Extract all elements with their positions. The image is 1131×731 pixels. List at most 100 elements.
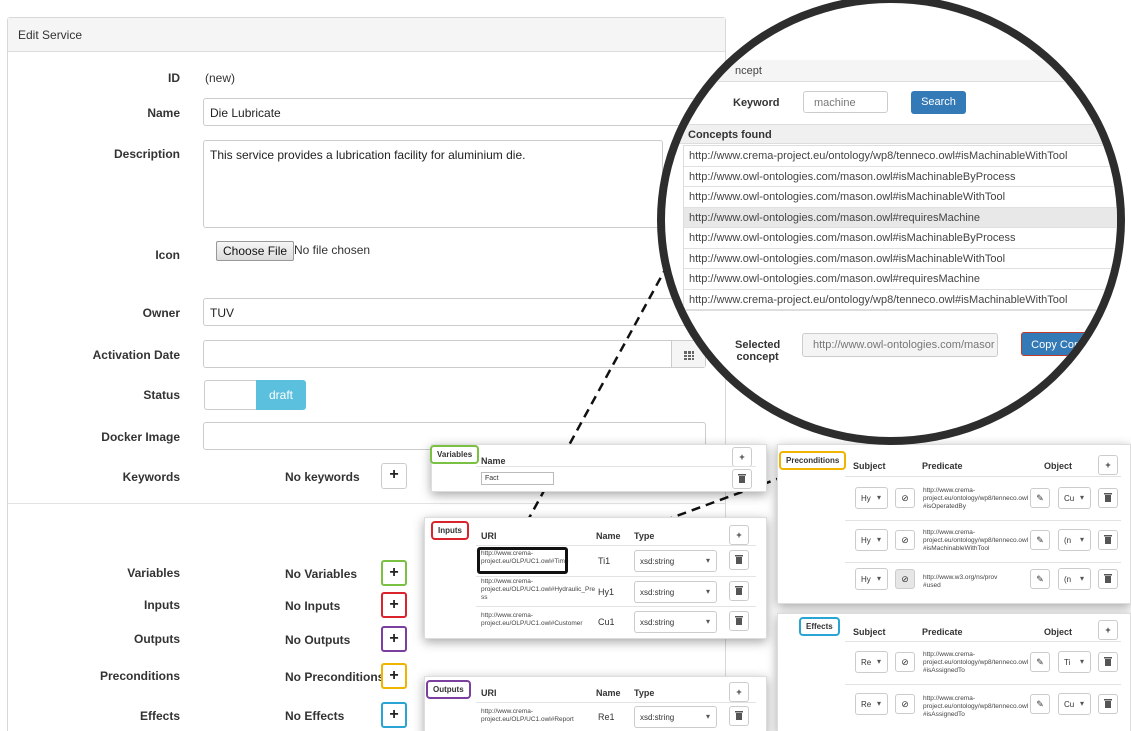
search-button[interactable]: Search [911, 91, 966, 114]
inputs-col-name: Name [596, 531, 621, 541]
delete-precondition-button[interactable] [1098, 530, 1118, 550]
input-type-select[interactable]: xsd:string [634, 581, 717, 603]
trash-icon [1104, 699, 1112, 708]
output-type-select[interactable]: xsd:string [634, 706, 717, 728]
concept-item[interactable]: http://www.owl-ontologies.com/mason.owl#… [684, 167, 1117, 187]
highlight-box [477, 547, 568, 574]
delete-precondition-button[interactable] [1098, 488, 1118, 508]
precondition-object-select[interactable]: Cu [1058, 487, 1091, 509]
edit-pencil-icon[interactable]: ✎ [1030, 530, 1050, 550]
copy-concept-button[interactable]: Copy Concept [1021, 332, 1111, 356]
input-uri: http://www.crema-project.eu/OLP/UC1.owl#… [481, 578, 596, 601]
concept-header: ncept [680, 60, 1117, 82]
row-divider [476, 576, 756, 577]
concept-item[interactable]: http://www.crema-project.eu/ontology/wp8… [684, 290, 1117, 310]
concept-item[interactable]: http://www.crema-project.eu/ontology/wp8… [684, 146, 1117, 167]
delete-variable-button[interactable] [732, 469, 752, 489]
edit-pencil-icon[interactable]: ✎ [1030, 694, 1050, 714]
concept-item[interactable]: http://www.owl-ontologies.com/mason.owl#… [684, 269, 1117, 290]
keyword-label: Keyword [733, 97, 780, 109]
input-uri: http://www.crema-project.eu/OLP/UC1.owl#… [481, 612, 583, 627]
precondition-object-select[interactable]: (n [1058, 568, 1091, 590]
selected-concept-label: Selected concept [735, 339, 781, 363]
concepts-found-header: Concepts found [680, 124, 1117, 144]
precondition-object-select[interactable]: (n [1058, 529, 1091, 551]
outputs-tag: Outputs [426, 680, 471, 699]
ban-icon[interactable]: ⊘ [895, 694, 915, 714]
input-type-select[interactable]: xsd:string [634, 611, 717, 633]
effect-object-select[interactable]: Ti [1058, 651, 1091, 673]
input-name: Ti1 [598, 556, 611, 566]
ban-icon[interactable]: ⊘ [895, 488, 915, 508]
trash-icon [735, 555, 743, 564]
effect-predicate: http://www.crema-project.eu/ontology/wp8… [923, 695, 1029, 718]
effects-col-object: Object [1044, 627, 1073, 637]
variables-tag: Variables [430, 445, 480, 464]
concepts-found-label: Concepts found [688, 129, 772, 141]
ban-icon[interactable]: ⊘ [895, 530, 915, 550]
preconditions-col-object: Object [1044, 461, 1073, 471]
concept-item[interactable]: http://www.owl-ontologies.com/mason.owl#… [684, 228, 1117, 249]
precondition-subject-select[interactable]: Hy [855, 568, 888, 590]
output-name: Re1 [598, 712, 615, 722]
delete-precondition-button[interactable] [1098, 569, 1118, 589]
ban-icon[interactable]: ⊘ [895, 569, 915, 589]
add-output-row-button[interactable]: + [729, 682, 749, 702]
input-name: Hy1 [598, 587, 615, 597]
keyword-input[interactable]: machine [803, 91, 888, 113]
precondition-predicate: http://www.w3.org/ns/prov #used [923, 574, 998, 589]
row-divider [845, 641, 1121, 642]
row-divider [476, 545, 756, 546]
add-effect-row-button[interactable]: + [1098, 620, 1118, 640]
precondition-subject-select[interactable]: Hy [855, 529, 888, 551]
preconditions-col-predicate: Predicate [922, 461, 963, 471]
concepts-list: http://www.crema-project.eu/ontology/wp8… [683, 145, 1117, 311]
precondition-subject-select[interactable]: Hy [855, 487, 888, 509]
concept-title: ncept [735, 65, 762, 77]
outputs-col-name: Name [596, 688, 621, 698]
delete-output-button[interactable] [729, 706, 749, 726]
row-divider [845, 684, 1121, 685]
input-name: Cu1 [598, 617, 615, 627]
trash-icon [1104, 535, 1112, 544]
concept-item[interactable]: http://www.owl-ontologies.com/mason.owl#… [684, 249, 1117, 269]
concept-item-selected[interactable]: http://www.owl-ontologies.com/mason.owl#… [684, 207, 1117, 228]
delete-input-button[interactable] [729, 581, 749, 601]
delete-input-button[interactable] [729, 550, 749, 570]
trash-icon [735, 586, 743, 595]
preconditions-col-subject: Subject [853, 461, 886, 471]
outputs-col-type: Type [634, 688, 655, 698]
add-variable-row-button[interactable]: + [732, 447, 752, 467]
delete-effect-button[interactable] [1098, 652, 1118, 672]
variable-name-input[interactable]: Fact [481, 472, 554, 485]
edit-pencil-icon[interactable]: ✎ [1030, 652, 1050, 672]
effects-tag: Effects [799, 617, 840, 636]
add-precondition-row-button[interactable]: + [1098, 455, 1118, 475]
precondition-predicate: http://www.crema-project.eu/ontology/wp8… [923, 487, 1029, 510]
ban-icon[interactable]: ⊘ [895, 652, 915, 672]
effect-subject-select[interactable]: Re [855, 651, 888, 673]
delete-effect-button[interactable] [1098, 694, 1118, 714]
inputs-col-type: Type [634, 531, 655, 541]
selected-concept-input[interactable]: http://www.owl-ontologies.com/masor [802, 333, 998, 357]
output-uri: http://www.crema-project.eu/OLP/UC1.owl#… [481, 708, 574, 723]
concept-item[interactable]: http://www.owl-ontologies.com/mason.owl#… [684, 187, 1117, 208]
delete-input-button[interactable] [729, 611, 749, 631]
trash-icon [735, 616, 743, 625]
effect-object-select[interactable]: Cu [1058, 693, 1091, 715]
row-divider [476, 606, 756, 607]
concept-magnifier: ncept Keyword machine Search Concepts fo… [657, 0, 1125, 445]
edit-pencil-icon[interactable]: ✎ [1030, 488, 1050, 508]
trash-icon [1104, 493, 1112, 502]
variables-col-name: Name [481, 456, 506, 466]
effect-subject-select[interactable]: Re [855, 693, 888, 715]
add-input-row-button[interactable]: + [729, 525, 749, 545]
input-type-select[interactable]: xsd:string [634, 550, 717, 572]
edit-pencil-icon[interactable]: ✎ [1030, 569, 1050, 589]
inputs-tag: Inputs [431, 521, 469, 540]
row-divider [845, 562, 1121, 563]
trash-icon [1104, 657, 1112, 666]
trash-icon [1104, 574, 1112, 583]
outputs-col-uri: URI [481, 688, 497, 698]
row-divider [845, 476, 1121, 477]
